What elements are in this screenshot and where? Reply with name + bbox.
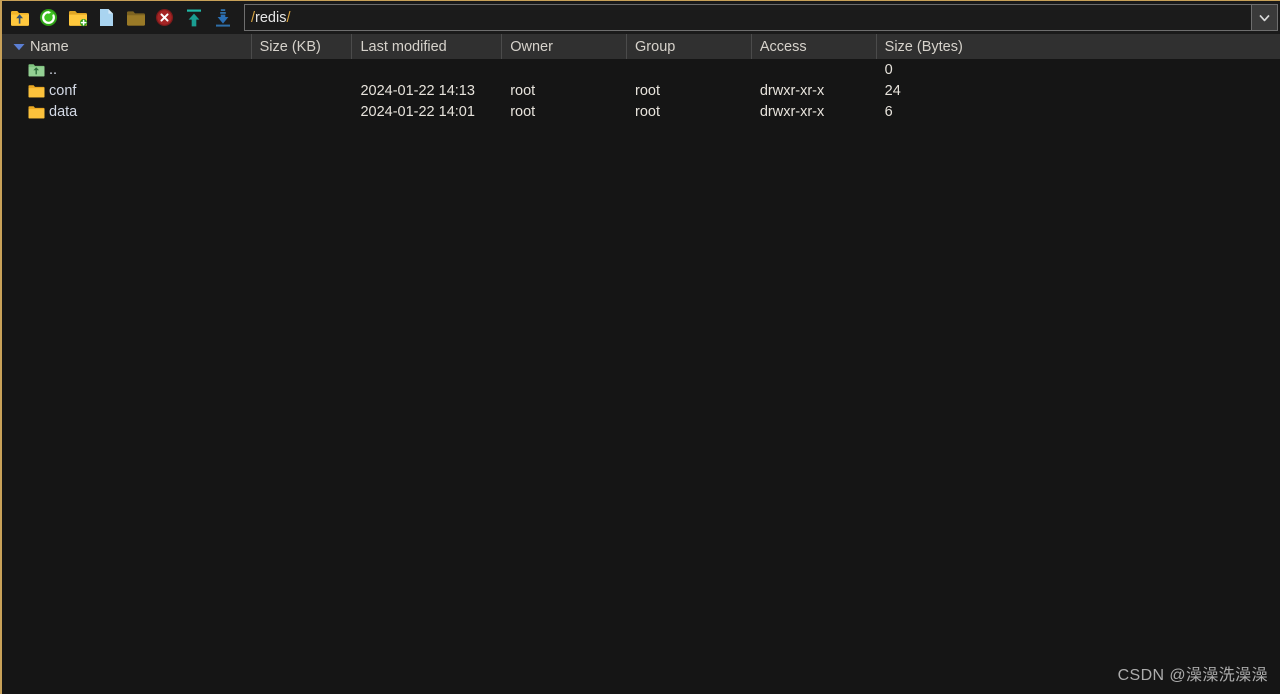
column-header-access-label: Access <box>759 38 807 55</box>
path-display[interactable]: / redis / <box>245 5 1251 30</box>
column-header-access[interactable]: Access <box>752 34 877 59</box>
new-file-button[interactable] <box>94 5 119 30</box>
cell-size-kb <box>252 80 353 101</box>
parent-directory-button[interactable] <box>7 5 32 30</box>
file-new-icon <box>100 9 113 26</box>
folder-icon <box>25 101 47 122</box>
download-arrow-icon <box>215 8 230 27</box>
delete-circle-icon <box>155 8 174 27</box>
folder-icon <box>126 10 145 26</box>
upload-arrow-icon <box>186 9 201 26</box>
download-button[interactable] <box>210 5 235 30</box>
table-row[interactable]: data 2024-01-22 14:01 root root drwxr-xr… <box>2 101 1280 122</box>
sort-desc-triangle-icon <box>12 34 25 59</box>
cell-owner: root <box>510 103 536 120</box>
chevron-down-icon <box>1259 14 1270 21</box>
cell-owner <box>502 59 627 80</box>
cell-owner: root <box>510 82 536 99</box>
cell-group: root <box>635 103 661 120</box>
column-header-row: Name Size (KB) Last modified Owner Group… <box>2 34 1280 59</box>
folder-up-icon <box>10 10 29 26</box>
path-history-dropdown-button[interactable] <box>1251 5 1277 30</box>
cell-name-label: data <box>49 103 78 120</box>
column-header-size-kb-label: Size (KB) <box>259 38 321 55</box>
cell-name[interactable]: .. <box>2 59 252 80</box>
cell-name-label: conf <box>49 82 77 99</box>
cell-name[interactable]: data <box>2 101 252 122</box>
column-header-size-kb[interactable]: Size (KB) <box>252 34 353 59</box>
cell-size-kb <box>252 101 353 122</box>
cell-size-bytes: 0 <box>884 61 893 78</box>
path-separator-trailing: / <box>286 9 291 26</box>
column-header-last-modified-label: Last modified <box>360 38 447 55</box>
cell-access: drwxr-xr-x <box>759 82 825 99</box>
column-header-group[interactable]: Group <box>627 34 752 59</box>
cell-name-label: .. <box>49 61 58 78</box>
refresh-button[interactable] <box>36 5 61 30</box>
toolbar: / redis / <box>2 1 1280 34</box>
folder-add-icon <box>68 10 87 26</box>
cell-group: root <box>635 82 661 99</box>
table-row[interactable]: conf 2024-01-22 14:13 root root drwxr-xr… <box>2 80 1280 101</box>
column-header-size-bytes[interactable]: Size (Bytes) <box>877 34 1280 59</box>
column-header-size-bytes-label: Size (Bytes) <box>884 38 963 55</box>
file-list[interactable]: .. 0 conf 2024-01-22 14:13 root root drw… <box>2 59 1280 694</box>
cell-size-bytes: 6 <box>884 103 893 120</box>
cell-access <box>752 59 877 80</box>
cell-size-bytes: 24 <box>884 82 901 99</box>
column-header-name-label: Name <box>30 38 69 55</box>
cell-name[interactable]: conf <box>2 80 252 101</box>
cell-last-modified: 2024-01-22 14:13 <box>360 82 475 99</box>
path-bar[interactable]: / redis / <box>244 4 1278 31</box>
path-segment-name: redis <box>255 9 287 26</box>
refresh-icon <box>39 8 58 27</box>
table-row[interactable]: .. 0 <box>2 59 1280 80</box>
folder-icon <box>25 80 47 101</box>
delete-button[interactable] <box>152 5 177 30</box>
column-header-last-modified[interactable]: Last modified <box>352 34 503 59</box>
column-header-group-label: Group <box>635 38 676 55</box>
new-folder-button[interactable] <box>65 5 90 30</box>
column-header-owner[interactable]: Owner <box>502 34 628 59</box>
file-manager-window: / redis / Name Size (KB) Last modified O… <box>0 0 1280 694</box>
cell-group <box>627 59 752 80</box>
cell-last-modified <box>352 59 502 80</box>
cell-access: drwxr-xr-x <box>759 103 825 120</box>
upload-button[interactable] <box>181 5 206 30</box>
parent-folder-icon <box>25 59 47 80</box>
column-header-name[interactable]: Name <box>2 34 252 59</box>
column-header-owner-label: Owner <box>510 38 553 55</box>
open-folder-button[interactable] <box>123 5 148 30</box>
cell-last-modified: 2024-01-22 14:01 <box>360 103 475 120</box>
cell-size-kb <box>252 59 353 80</box>
